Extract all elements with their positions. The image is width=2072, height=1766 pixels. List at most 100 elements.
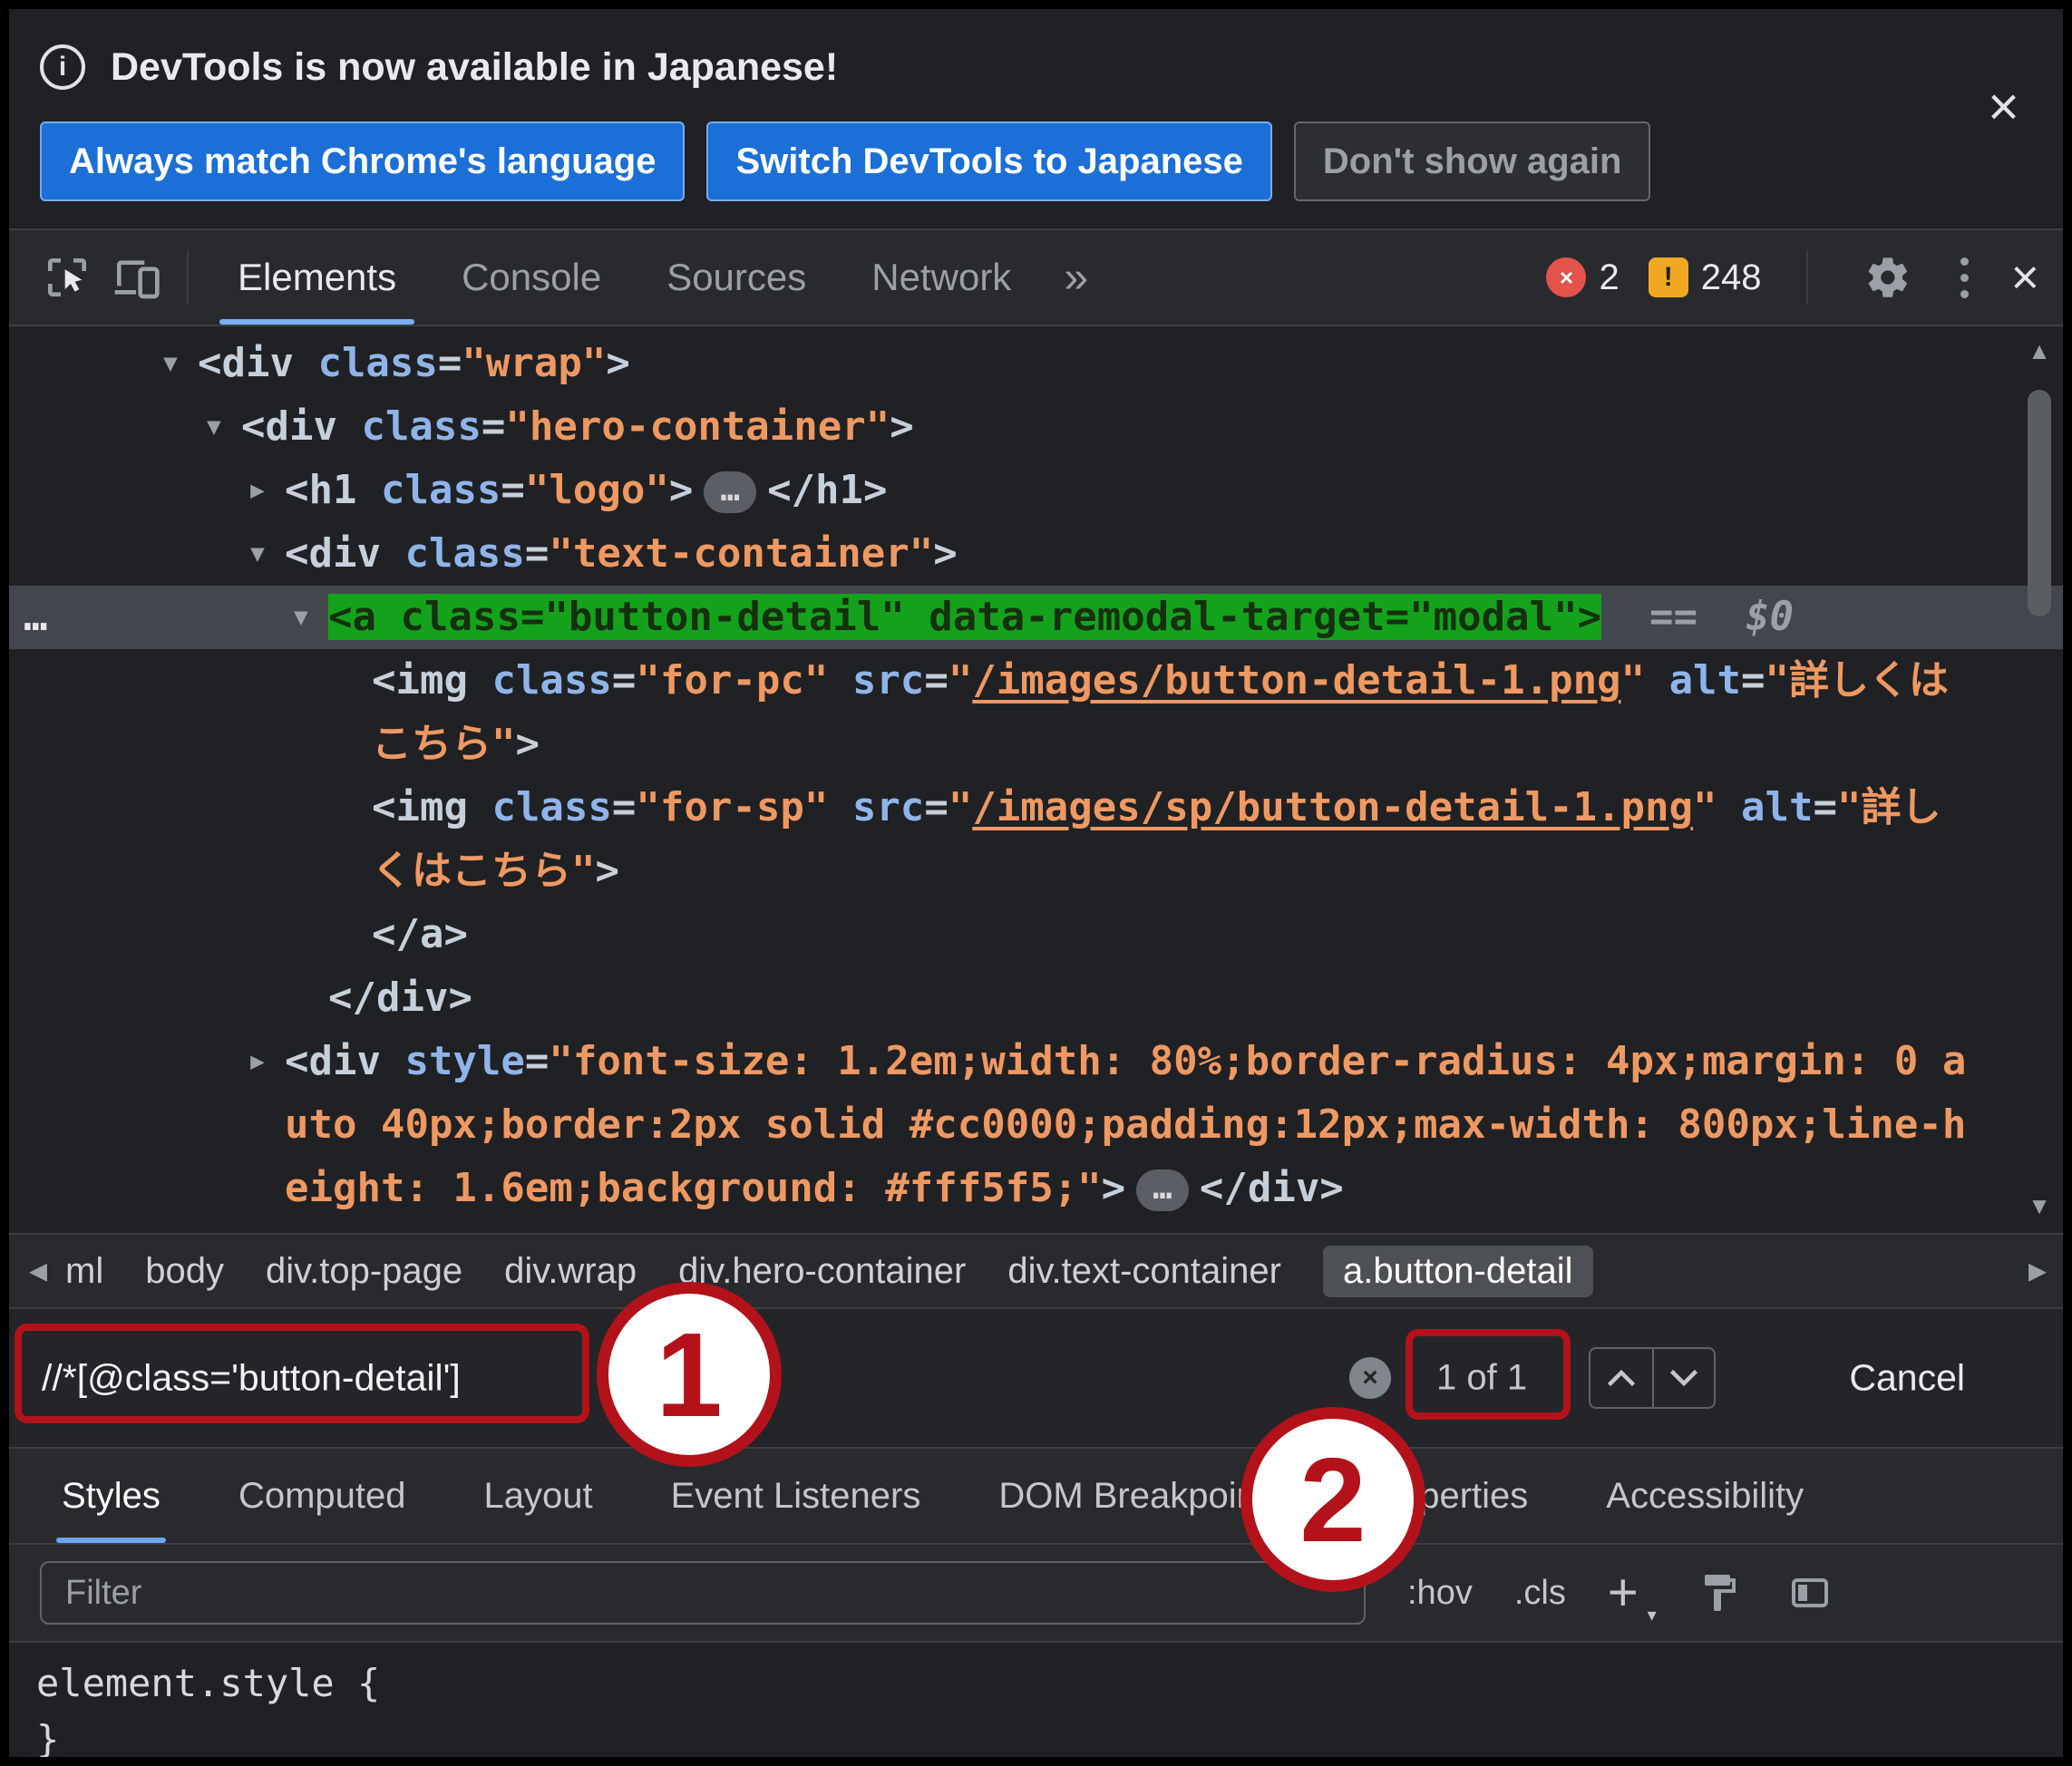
code-token: <h1 bbox=[285, 467, 381, 513]
dom-node-line[interactable]: こちら"> bbox=[9, 713, 2063, 776]
sidebar-tab-accessibility[interactable]: Accessibility bbox=[1606, 1449, 1804, 1543]
cls-toggle[interactable]: .cls bbox=[1514, 1574, 1566, 1613]
banner-close-icon[interactable]: × bbox=[1988, 80, 2019, 134]
device-toolbar-icon[interactable] bbox=[109, 250, 163, 305]
code-token: "button-detail" bbox=[544, 594, 904, 640]
code-token: > bbox=[1578, 594, 1602, 640]
style-rule[interactable]: element.style { bbox=[36, 1655, 2063, 1712]
issues-badge[interactable]: ! 248 bbox=[1649, 257, 1762, 298]
kebab-menu-icon[interactable] bbox=[1951, 257, 1978, 298]
sidebar-tab-styles[interactable]: Styles bbox=[62, 1449, 161, 1543]
code-token: <div bbox=[285, 1038, 404, 1084]
toolbar-divider bbox=[187, 251, 189, 304]
search-input[interactable]: //*[@class='button-detail'] bbox=[42, 1357, 461, 1400]
banner-button[interactable]: Always match Chrome's language bbox=[40, 121, 685, 201]
tab-console[interactable]: Console bbox=[429, 230, 634, 325]
expand-arrow-down-icon[interactable]: ▼ bbox=[238, 522, 277, 586]
clear-search-icon[interactable]: × bbox=[1349, 1357, 1391, 1399]
filter-input[interactable] bbox=[40, 1561, 1366, 1625]
sidebar-tab-layout[interactable]: Layout bbox=[484, 1449, 593, 1543]
tab-elements[interactable]: Elements bbox=[205, 230, 429, 325]
expand-arrow-right-icon[interactable]: ▶ bbox=[238, 1030, 277, 1093]
code-token: = bbox=[924, 657, 948, 703]
expand-arrow-right-icon[interactable]: ▶ bbox=[238, 459, 277, 522]
search-bar: //*[@class='button-detail'] × 1 of 1 Can… bbox=[9, 1307, 2063, 1447]
code-token: = bbox=[1741, 657, 1766, 703]
breadcrumb-scroll-left-icon[interactable]: ◀ bbox=[29, 1257, 47, 1286]
inline-expand-icon[interactable]: … bbox=[1136, 1169, 1189, 1211]
annotation-step-1: 1 bbox=[597, 1282, 782, 1467]
scroll-down-icon[interactable]: ▼ bbox=[2019, 1192, 2059, 1220]
styles-pane: element.style { } bbox=[9, 1641, 2063, 1757]
expand-arrow-down-icon[interactable]: ▼ bbox=[151, 332, 190, 395]
code-token: /images/sp/button-detail-1.png bbox=[972, 784, 1693, 830]
code-token: "for-sp" bbox=[636, 784, 828, 830]
code-token: = bbox=[612, 784, 637, 830]
code-token: "logo" bbox=[525, 467, 669, 513]
breadcrumb-item[interactable]: div.wrap bbox=[504, 1251, 637, 1292]
breadcrumb-item[interactable]: body bbox=[145, 1251, 224, 1292]
dom-node-line[interactable]: <img class="for-pc" src="/images/button-… bbox=[9, 649, 2063, 713]
more-tabs-icon[interactable]: » bbox=[1044, 253, 1108, 303]
elements-panel: ▼<div class="wrap">▼<div class="hero-con… bbox=[9, 326, 2063, 1233]
code-token bbox=[905, 594, 929, 640]
scrollbar[interactable]: ▲ ▼ bbox=[2019, 330, 2059, 1227]
dom-node-line[interactable]: eight: 1.6em;background: #fff5f5;">…</di… bbox=[9, 1157, 2063, 1220]
node-overflow-icon[interactable]: … bbox=[24, 586, 48, 649]
next-match-button[interactable] bbox=[1652, 1349, 1714, 1407]
code-token: <div bbox=[198, 340, 317, 386]
new-style-rule-icon[interactable]: +▾ bbox=[1608, 1567, 1653, 1619]
previous-match-button[interactable] bbox=[1590, 1349, 1652, 1407]
error-badge[interactable]: × 2 bbox=[1546, 257, 1619, 298]
breadcrumb-item[interactable]: div.top-page bbox=[266, 1251, 462, 1292]
language-banner: i DevTools is now available in Japanese!… bbox=[9, 9, 2063, 228]
dom-node-line[interactable]: ▼<div class="text-container"> bbox=[9, 522, 2063, 586]
breadcrumb-bar: ◀ ml body div.top-page div.wrap div.hero-con… bbox=[9, 1233, 2063, 1307]
dom-node-line[interactable]: </a> bbox=[9, 903, 2063, 966]
breadcrumb-scroll-right-icon[interactable]: ▶ bbox=[2028, 1257, 2047, 1286]
banner-buttons: Always match Chrome's language Switch Dev… bbox=[40, 121, 2063, 201]
format-paint-icon[interactable] bbox=[1695, 1568, 1744, 1617]
expand-arrow-down-icon[interactable]: ▼ bbox=[194, 395, 234, 459]
tab-network[interactable]: Network bbox=[839, 230, 1044, 325]
dom-node-line[interactable]: </div> bbox=[9, 966, 2063, 1030]
code-token: " bbox=[948, 784, 973, 830]
breadcrumb-item[interactable]: div.hero-container bbox=[678, 1251, 966, 1292]
dom-node-line[interactable]: ▼<div class="hero-container"> bbox=[9, 395, 2063, 459]
settings-gear-icon[interactable] bbox=[1861, 250, 1915, 305]
code-token bbox=[828, 657, 852, 703]
sidebar-tab-computed[interactable]: Computed bbox=[238, 1449, 406, 1543]
code-token: alt bbox=[1669, 657, 1741, 703]
banner-button[interactable]: Don't show again bbox=[1294, 121, 1651, 201]
hov-toggle[interactable]: :hov bbox=[1407, 1574, 1473, 1613]
code-token: "font-size: 1.2em;width: 80%;border-radi… bbox=[549, 1038, 1966, 1084]
dom-tree: ▼<div class="wrap">▼<div class="hero-con… bbox=[9, 326, 2063, 1220]
inline-expand-icon[interactable]: … bbox=[704, 471, 756, 513]
scroll-thumb[interactable] bbox=[2028, 390, 2051, 616]
search-nav bbox=[1589, 1347, 1716, 1409]
breadcrumb-item[interactable]: ml bbox=[65, 1251, 103, 1292]
dom-node-line[interactable]: くはこちら"> bbox=[9, 839, 2063, 903]
dom-node-line[interactable]: uto 40px;border:2px solid #cc0000;paddin… bbox=[9, 1093, 2063, 1157]
dock-sidebar-icon[interactable] bbox=[1785, 1568, 1834, 1617]
dom-node-line[interactable]: ▶<div style="font-size: 1.2em;width: 80%… bbox=[9, 1030, 2063, 1093]
breadcrumb-item[interactable]: a.button-detail bbox=[1323, 1246, 1593, 1297]
expand-arrow-down-icon[interactable]: ▼ bbox=[281, 586, 321, 649]
code-token: </a> bbox=[372, 911, 468, 957]
close-brace: } bbox=[36, 1717, 59, 1757]
banner-button[interactable]: Switch DevTools to Japanese bbox=[706, 121, 1271, 201]
code-token bbox=[828, 784, 852, 830]
dom-node-line[interactable]: <img class="for-sp" src="/images/sp/butt… bbox=[9, 776, 2063, 839]
code-token: eight: 1.6em;background: #fff5f5;" bbox=[285, 1165, 1102, 1211]
tab-sources[interactable]: Sources bbox=[634, 230, 839, 325]
devtools-window: i DevTools is now available in Japanese!… bbox=[9, 9, 2063, 1757]
breadcrumb-item[interactable]: div.text-container bbox=[1007, 1251, 1281, 1292]
dom-node-line[interactable]: ▼<div class="wrap"> bbox=[9, 332, 2063, 395]
dom-node-line[interactable]: …▼<a class="button-detail" data-remodal-… bbox=[9, 586, 2063, 649]
code-token: class bbox=[361, 403, 481, 450]
dom-node-line[interactable]: ▶<h1 class="logo">…</h1> bbox=[9, 459, 2063, 522]
inspect-element-icon[interactable] bbox=[40, 250, 94, 305]
scroll-up-icon[interactable]: ▲ bbox=[2019, 337, 2059, 365]
devtools-close-icon[interactable]: × bbox=[2010, 253, 2039, 302]
cancel-button[interactable]: Cancel bbox=[1849, 1357, 1965, 1400]
